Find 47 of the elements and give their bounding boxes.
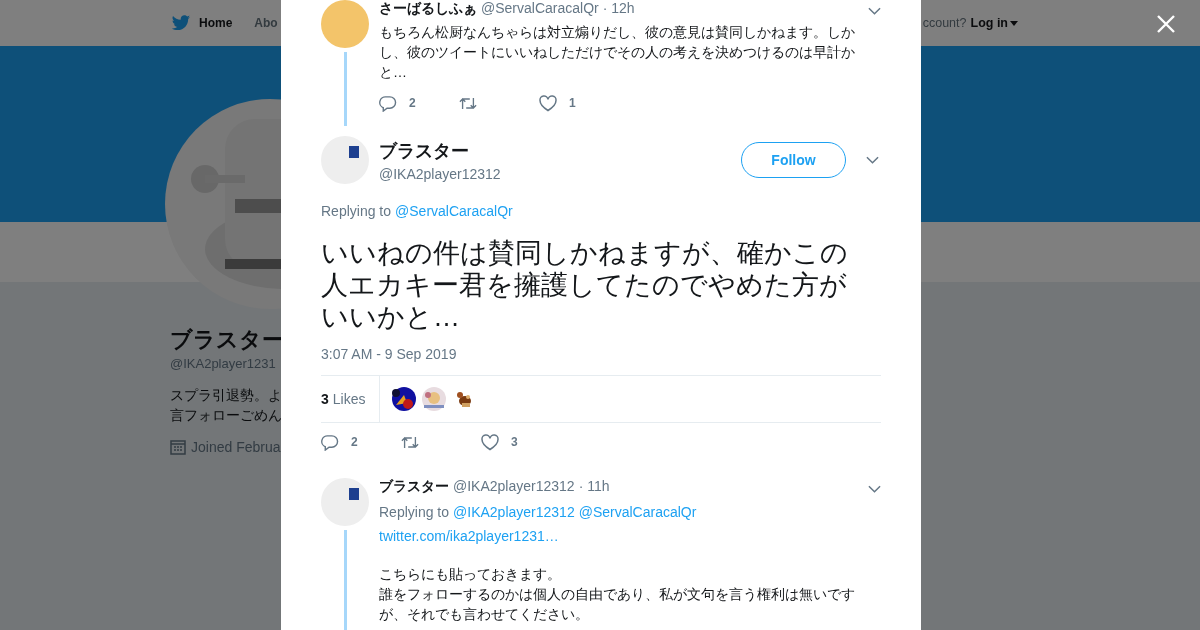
close-button[interactable] <box>1156 14 1176 34</box>
tweet-text: もちろん松厨なんちゃらは対立煽りだし、彼の意見は賛同しかねます。しかし、彼のツイートにいいねしただけでその人の考えを決めつけるのは早計かと… <box>379 23 856 82</box>
chevron-icon[interactable] <box>868 7 881 15</box>
mention-link[interactable]: @ServalCaracalQr <box>578 502 697 522</box>
follow-button[interactable]: Follow <box>741 142 846 178</box>
tweet-text: 誰をフォローするのかは個人の自由であり、私が文句を言う権利は無いですが、それでも言わせてください。 <box>379 585 856 624</box>
tweet-time: · 11h <box>578 478 610 494</box>
user-handle: @IKA2player12312 <box>379 165 502 182</box>
like-count: 1 <box>569 96 576 110</box>
like-count: 3 <box>511 435 518 449</box>
profile-bio: スプラ引退勢。よ <box>170 386 281 405</box>
replying-label: Replying to <box>379 503 450 522</box>
caret-icon <box>1010 20 1018 26</box>
user-handle: @IKA2player12312 <box>453 478 575 494</box>
profile-bio: 言フォローごめん <box>170 406 281 425</box>
likes-count: 3 <box>321 391 329 407</box>
heart-icon[interactable] <box>539 94 557 112</box>
user-name: さーばるしふぁ <box>379 0 477 18</box>
calendar-icon <box>170 439 186 455</box>
tweet-text: いいねの件は賛同しかねますが、確かこの人エカキー君を擁護してたのでやめた方がいいかと… <box>321 237 849 333</box>
tweet-link[interactable]: twitter.com/ika2player1231… <box>379 526 881 546</box>
mention-link[interactable]: @IKA2player12312 <box>453 502 575 522</box>
replying-label: Replying to <box>321 203 392 219</box>
reply-count: 2 <box>409 96 416 110</box>
avatar <box>321 478 369 526</box>
user-handle: @ServalCaracalQr <box>481 0 599 16</box>
reply-count: 2 <box>351 435 358 449</box>
user-name: ブラスター <box>379 139 470 163</box>
likes-label: Likes <box>332 391 366 407</box>
heart-icon[interactable] <box>481 433 499 451</box>
profile-handle: @IKA2player1231 <box>170 356 277 371</box>
tweet-timestamp: 3:07 AM - 9 Sep 2019 <box>321 346 458 362</box>
avatar <box>321 0 369 48</box>
chevron-icon[interactable] <box>868 485 881 493</box>
login-link[interactable]: Log in <box>970 16 1008 30</box>
account-prompt: ccount? <box>922 16 967 30</box>
nav-link[interactable]: Abo <box>254 16 278 30</box>
mention-link[interactable]: @ServalCaracalQr <box>395 203 513 219</box>
joined-date: Joined Februa <box>191 439 281 455</box>
nav-link[interactable]: Home <box>199 16 233 30</box>
user-name: ブラスター <box>379 478 449 496</box>
reply-icon[interactable] <box>379 94 397 112</box>
avatar <box>321 136 369 184</box>
tweet-time: · 12h <box>602 0 635 16</box>
reply-icon[interactable] <box>321 433 339 451</box>
tweet-text: こちらにも貼っておきます。 <box>379 565 562 584</box>
chevron-icon[interactable] <box>866 156 879 164</box>
